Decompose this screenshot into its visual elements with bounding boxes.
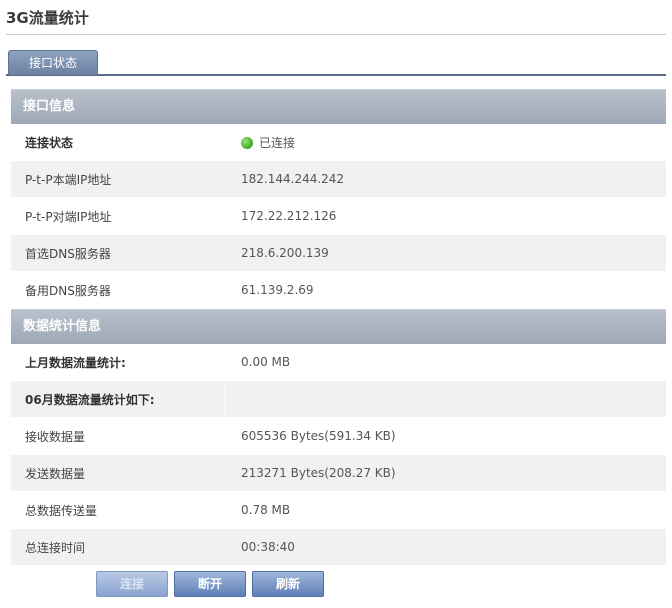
row-connection-status: 连接状态 已连接 bbox=[11, 124, 666, 161]
row-current-month: 06月数据流量统计如下: bbox=[11, 381, 666, 418]
sent-label: 发送数据量 bbox=[25, 466, 86, 481]
row-ptp-local-ip: P-t-P本端IP地址 182.144.244.242 bbox=[11, 161, 666, 198]
connection-time-label: 总连接时间 bbox=[25, 540, 86, 555]
connect-button[interactable]: 连接 bbox=[96, 571, 168, 597]
last-month-value: 0.00 MB bbox=[241, 355, 291, 369]
primary-dns-value: 218.6.200.139 bbox=[241, 246, 329, 260]
ptp-local-ip-value: 182.144.244.242 bbox=[241, 172, 345, 186]
connection-status-text: 已连接 bbox=[259, 135, 296, 150]
connection-time-value: 00:38:40 bbox=[241, 540, 295, 554]
current-month-label: 06月数据流量统计如下: bbox=[25, 392, 155, 407]
action-buttons: 连接 断开 刷新 bbox=[96, 571, 324, 597]
total-label: 总数据传送量 bbox=[25, 503, 98, 518]
page-title: 3G流量统计 bbox=[6, 9, 89, 27]
status-table: 接口信息 连接状态 已连接 P-t-P本端IP地址 182.144.244.24… bbox=[11, 89, 666, 566]
total-value: 0.78 MB bbox=[241, 503, 291, 517]
current-month-value-cell bbox=[225, 381, 666, 417]
ptp-remote-ip-value: 172.22.212.126 bbox=[241, 209, 337, 223]
row-sent: 发送数据量 213271 Bytes(208.27 KB) bbox=[11, 455, 666, 492]
row-connection-time: 总连接时间 00:38:40 bbox=[11, 529, 666, 566]
tab-bar: 接口状态 bbox=[6, 46, 666, 76]
received-value: 605536 Bytes(591.34 KB) bbox=[241, 429, 396, 443]
received-label: 接收数据量 bbox=[25, 429, 86, 444]
ptp-local-ip-label: P-t-P本端IP地址 bbox=[25, 172, 112, 187]
connected-status-icon bbox=[241, 136, 253, 149]
sent-value: 213271 Bytes(208.27 KB) bbox=[241, 466, 396, 480]
row-received: 接收数据量 605536 Bytes(591.34 KB) bbox=[11, 418, 666, 455]
connection-status-value: 已连接 bbox=[225, 134, 666, 151]
row-secondary-dns: 备用DNS服务器 61.139.2.69 bbox=[11, 272, 666, 309]
section-data-stats: 数据统计信息 bbox=[11, 309, 666, 344]
disconnect-button[interactable]: 断开 bbox=[174, 571, 246, 597]
row-primary-dns: 首选DNS服务器 218.6.200.139 bbox=[11, 235, 666, 272]
refresh-button[interactable]: 刷新 bbox=[252, 571, 324, 597]
last-month-label: 上月数据流量统计: bbox=[25, 355, 126, 370]
title-divider bbox=[6, 34, 666, 35]
connection-status-label: 连接状态 bbox=[25, 135, 74, 150]
row-last-month: 上月数据流量统计: 0.00 MB bbox=[11, 344, 666, 381]
tab-interface-status[interactable]: 接口状态 bbox=[8, 50, 98, 75]
row-total: 总数据传送量 0.78 MB bbox=[11, 492, 666, 529]
section-interface-info: 接口信息 bbox=[11, 89, 666, 124]
secondary-dns-label: 备用DNS服务器 bbox=[25, 283, 111, 298]
primary-dns-label: 首选DNS服务器 bbox=[25, 246, 111, 261]
secondary-dns-value: 61.139.2.69 bbox=[241, 283, 314, 297]
ptp-remote-ip-label: P-t-P对端IP地址 bbox=[25, 209, 112, 224]
row-ptp-remote-ip: P-t-P对端IP地址 172.22.212.126 bbox=[11, 198, 666, 235]
